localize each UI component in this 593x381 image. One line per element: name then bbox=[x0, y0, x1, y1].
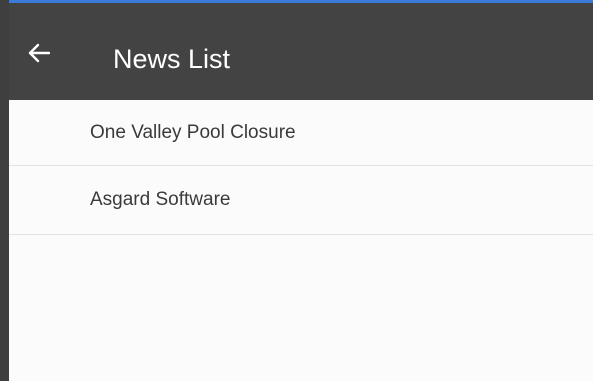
news-item-label: One Valley Pool Closure bbox=[90, 121, 296, 143]
app-bar: News List bbox=[9, 3, 593, 100]
news-item-label: Asgard Software bbox=[90, 189, 231, 210]
empty-list-area bbox=[9, 236, 593, 381]
news-list: One Valley Pool Closure Asgard Software bbox=[9, 100, 593, 235]
back-button[interactable] bbox=[23, 37, 55, 69]
news-list-item[interactable]: Asgard Software bbox=[9, 166, 593, 235]
arrow-left-icon bbox=[28, 43, 50, 63]
news-list-item[interactable]: One Valley Pool Closure bbox=[9, 100, 593, 166]
page-title: News List bbox=[113, 44, 231, 74]
app-window: News List One Valley Pool Closure Asgard… bbox=[0, 0, 593, 381]
